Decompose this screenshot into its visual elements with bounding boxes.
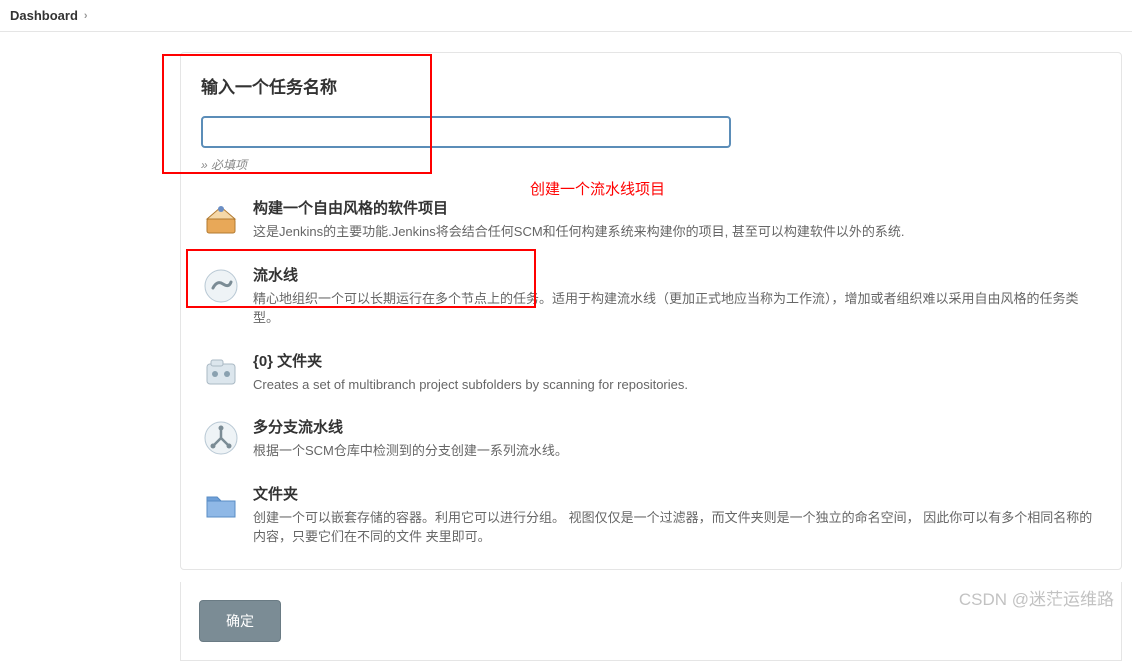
item-title: 多分支流水线 bbox=[253, 416, 1101, 437]
required-note: » 必填项 bbox=[201, 156, 1101, 173]
org-folder-icon bbox=[201, 352, 241, 392]
item-desc: 这是Jenkins的主要功能.Jenkins将会结合任何SCM和任何构建系统来构… bbox=[253, 222, 1101, 242]
ok-button[interactable]: 确定 bbox=[199, 600, 281, 642]
item-title: {0} 文件夹 bbox=[253, 350, 1101, 371]
item-type-folder[interactable]: 文件夹 创建一个可以嵌套存储的容器。利用它可以进行分组。 视图仅仅是一个过滤器，… bbox=[201, 473, 1101, 559]
item-desc: 精心地组织一个可以长期运行在多个节点上的任务。适用于构建流水线（更加正式地应当称… bbox=[253, 289, 1101, 328]
item-name-input[interactable] bbox=[201, 116, 731, 148]
item-desc: 根据一个SCM仓库中检测到的分支创建一系列流水线。 bbox=[253, 441, 1101, 461]
pipeline-icon bbox=[201, 266, 241, 306]
chevron-right-icon: › bbox=[84, 10, 88, 22]
breadcrumb: Dashboard › bbox=[0, 0, 1132, 32]
folder-icon bbox=[201, 485, 241, 525]
freestyle-icon bbox=[201, 199, 241, 239]
item-type-pipeline[interactable]: 流水线 精心地组织一个可以长期运行在多个节点上的任务。适用于构建流水线（更加正式… bbox=[201, 254, 1101, 340]
main-panel: 输入一个任务名称 » 必填项 构建一个自由风格的软件项目 这是Jenkins的主… bbox=[180, 52, 1122, 570]
item-type-multibranch[interactable]: 多分支流水线 根据一个SCM仓库中检测到的分支创建一系列流水线。 bbox=[201, 406, 1101, 473]
submit-area: 确定 bbox=[180, 582, 1122, 661]
breadcrumb-item-dashboard[interactable]: Dashboard bbox=[10, 8, 78, 23]
item-title: 构建一个自由风格的软件项目 bbox=[253, 197, 1101, 218]
item-type-freestyle[interactable]: 构建一个自由风格的软件项目 这是Jenkins的主要功能.Jenkins将会结合… bbox=[201, 187, 1101, 254]
item-title: 文件夹 bbox=[253, 483, 1101, 504]
multibranch-icon bbox=[201, 418, 241, 458]
page-title: 输入一个任务名称 bbox=[201, 73, 1101, 98]
item-type-list: 构建一个自由风格的软件项目 这是Jenkins的主要功能.Jenkins将会结合… bbox=[201, 187, 1101, 559]
item-desc: 创建一个可以嵌套存储的容器。利用它可以进行分组。 视图仅仅是一个过滤器，而文件夹… bbox=[253, 508, 1101, 547]
item-title: 流水线 bbox=[253, 264, 1101, 285]
item-desc: Creates a set of multibranch project sub… bbox=[253, 375, 1101, 395]
item-type-org-folder[interactable]: {0} 文件夹 Creates a set of multibranch pro… bbox=[201, 340, 1101, 407]
